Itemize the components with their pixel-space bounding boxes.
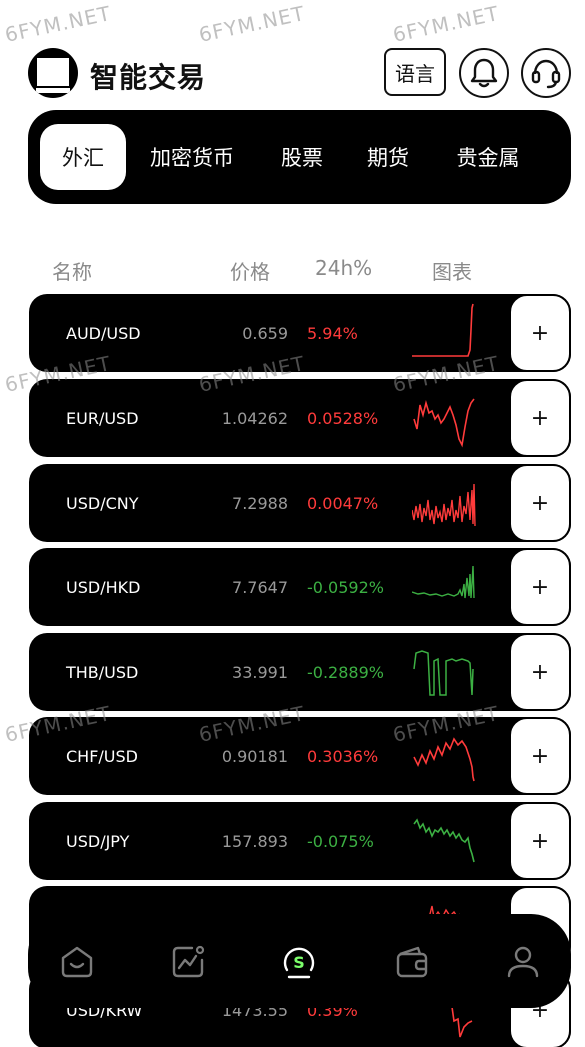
bell-icon [470, 58, 498, 88]
nav-trade[interactable]: S [279, 942, 319, 982]
change-percent: 0.0047% [307, 493, 379, 513]
pair-name: USD/JPY [66, 831, 130, 851]
price: 0.90181 [221, 746, 288, 766]
column-header-name: 名称 [52, 260, 92, 284]
header: 智能交易 语言 [0, 0, 585, 105]
add-button[interactable]: + [509, 294, 571, 372]
pair-name: USD/HKD [66, 577, 141, 597]
price: 1.04262 [221, 408, 288, 428]
app-logo [28, 48, 78, 98]
sparkline [412, 565, 475, 599]
price: 33.991 [232, 662, 288, 682]
sparkline [412, 483, 476, 527]
nav-wallet[interactable] [392, 942, 432, 982]
column-header-change: 24h% [315, 256, 373, 280]
tab-forex[interactable]: 外汇 [40, 124, 126, 190]
nav-home[interactable] [57, 942, 97, 982]
pair-name: USD/CNY [66, 493, 139, 513]
tab-stocks[interactable]: 股票 [264, 124, 340, 190]
notifications-button[interactable] [459, 48, 509, 98]
customer-support-button[interactable] [521, 48, 571, 98]
price: 0.659 [242, 323, 288, 343]
sparkline [412, 303, 474, 357]
market-row[interactable]: USD/JPY 157.893 -0.075% + [29, 802, 571, 880]
add-button[interactable]: + [509, 802, 571, 880]
market-row[interactable]: THB/USD 33.991 -0.2889% + [29, 633, 571, 711]
nav-market[interactable] [168, 942, 208, 982]
add-button[interactable]: + [509, 464, 571, 542]
change-percent: 0.3036% [307, 746, 379, 766]
sparkline [413, 398, 475, 448]
change-percent: 0.0528% [307, 408, 379, 428]
add-button[interactable]: + [509, 717, 571, 795]
market-row[interactable]: USD/HKD 7.7647 -0.0592% + [29, 548, 571, 626]
sparkline [413, 737, 475, 782]
pair-name: EUR/USD [66, 408, 139, 428]
user-icon [507, 946, 539, 978]
change-percent: 5.94% [307, 323, 358, 343]
bottom-navigation: S [28, 914, 571, 1008]
sparkline [413, 818, 475, 863]
svg-text:S: S [293, 953, 305, 972]
home-icon [61, 946, 93, 978]
change-percent: -0.2889% [307, 662, 384, 682]
add-button[interactable]: + [509, 633, 571, 711]
headset-icon [531, 59, 561, 89]
market-row[interactable]: USD/CNY 7.2988 0.0047% + [29, 464, 571, 542]
market-row[interactable]: AUD/USD 0.659 5.94% + [29, 294, 571, 372]
column-header-chart: 图表 [432, 260, 472, 284]
pair-name: THB/USD [66, 662, 139, 682]
pair-name: AUD/USD [66, 323, 141, 343]
tab-precious-metals[interactable]: 贵金属 [440, 124, 536, 190]
wallet-icon [396, 946, 428, 978]
dollar-icon: S [283, 947, 315, 979]
tab-futures[interactable]: 期货 [350, 124, 426, 190]
add-button[interactable]: + [509, 548, 571, 626]
market-tabs: 外汇 加密货币 股票 期货 贵金属 [28, 110, 571, 204]
app-title: 智能交易 [90, 61, 207, 94]
tab-crypto[interactable]: 加密货币 [136, 124, 248, 190]
market-row[interactable]: CHF/USD 0.90181 0.3036% + [29, 717, 571, 795]
price: 157.893 [221, 831, 288, 851]
price: 7.2988 [232, 493, 288, 513]
market-row[interactable]: EUR/USD 1.04262 0.0528% + [29, 379, 571, 457]
change-percent: -0.0592% [307, 577, 384, 597]
column-header-price: 价格 [230, 260, 270, 284]
language-button[interactable]: 语言 [384, 48, 446, 96]
add-button[interactable]: + [509, 379, 571, 457]
change-percent: -0.075% [307, 831, 374, 851]
sparkline [413, 650, 474, 696]
pair-name: CHF/USD [66, 746, 138, 766]
price: 7.7647 [232, 577, 288, 597]
chart-icon [172, 945, 205, 978]
nav-profile[interactable] [503, 942, 543, 982]
